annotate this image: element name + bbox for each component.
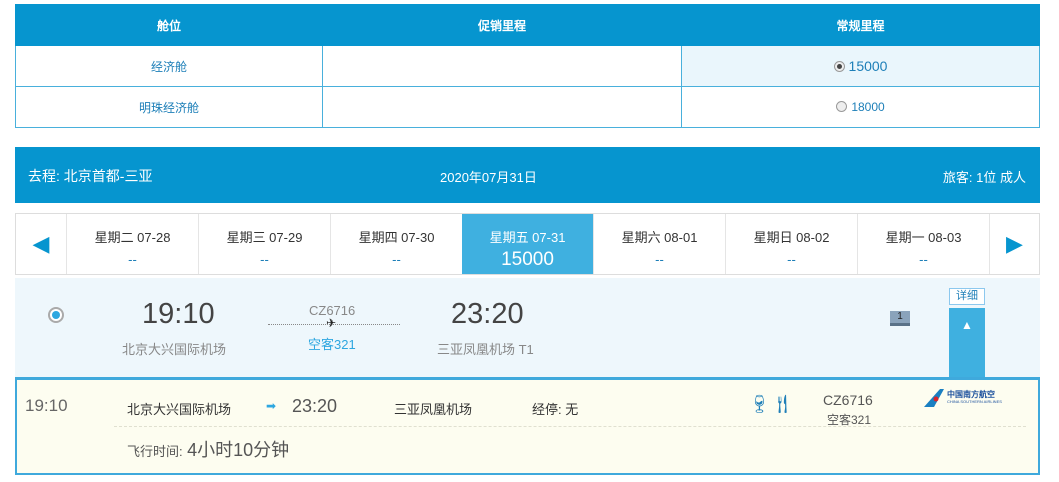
miles-value: 15000	[848, 58, 888, 74]
radio-button[interactable]	[833, 61, 845, 72]
day-tab-selected[interactable]: 星期五 07-31 15000	[462, 214, 593, 274]
next-week-button[interactable]: ▶	[989, 214, 1039, 274]
day-tab[interactable]: 星期一 08-03 --	[857, 214, 989, 274]
regular-miles-option[interactable]: 18000	[681, 86, 1040, 128]
detail-label[interactable]: 详细	[949, 288, 985, 305]
arrow-right-icon: ➡	[266, 399, 277, 413]
day-price: --	[787, 252, 796, 267]
travel-date: 2020年07月31日	[440, 170, 537, 185]
departure-time: 19:10	[142, 298, 215, 330]
header-regular: 常规里程	[681, 4, 1040, 46]
arrival-time: 23:20	[451, 298, 524, 330]
day-price: --	[655, 252, 664, 267]
stops-info: 经停: 无	[532, 402, 579, 417]
day-tab[interactable]: 星期四 07-30 --	[330, 214, 462, 274]
day-label: 星期一 08-03	[885, 230, 962, 245]
detail-dep-airport: 北京大兴国际机场	[127, 402, 232, 417]
cabin-name: 明珠经济舱	[15, 86, 323, 128]
duration-label: 飞行时间:	[127, 444, 183, 459]
collapse-detail-button[interactable]: ▲	[949, 308, 985, 377]
day-tab[interactable]: 星期六 08-01 --	[593, 214, 725, 274]
table-row: 经济舱 15000	[15, 45, 1040, 87]
day-label: 星期六 08-01	[621, 230, 698, 245]
day-price: --	[128, 252, 137, 267]
day-price: --	[260, 252, 269, 267]
flight-duration: 飞行时间: 4小时10分钟	[127, 436, 289, 462]
plane-icon: ✈	[326, 316, 337, 330]
day-tab[interactable]: 星期日 08-02 --	[725, 214, 857, 274]
detail-flight-number: CZ6716	[823, 392, 873, 408]
flight-detail-panel: 19:10 北京大兴国际机场 ➡ 23:20 三亚凤凰机场 经停: 无 🍷︎🍴︎…	[15, 377, 1040, 475]
header-promo: 促销里程	[322, 4, 682, 46]
detail-arr-airport: 三亚凤凰机场	[394, 402, 473, 417]
chevron-right-icon: ▶	[1006, 231, 1023, 256]
day-label: 星期三 07-29	[226, 230, 303, 245]
radio-button[interactable]	[836, 101, 848, 112]
flight-row[interactable]: 19:10 北京大兴国际机场 CZ6716 ✈ 空客321 23:20 三亚凤凰…	[15, 278, 1040, 377]
chevron-up-icon: ▲	[961, 318, 973, 332]
day-label: 星期日 08-02	[753, 230, 830, 245]
day-label: 星期四 07-30	[358, 230, 435, 245]
route-title: 去程: 北京首都-三亚	[28, 168, 153, 184]
chevron-left-icon: ◀	[32, 231, 50, 256]
header-cabin: 舱位	[15, 4, 323, 46]
date-strip: ◀ 星期二 07-28 -- 星期三 07-29 -- 星期四 07-30 -- 星期…	[15, 213, 1040, 275]
miles-value: 18000	[851, 100, 885, 114]
arrival-airport: 三亚凤凰机场 T1	[437, 342, 534, 357]
passenger-count: 旅客: 1位 成人	[942, 170, 1026, 185]
day-label: 星期五 07-31	[489, 230, 566, 245]
prev-week-button[interactable]: ◀	[16, 214, 66, 274]
promo-miles	[322, 86, 682, 128]
detail-arr-time: 23:20	[292, 396, 338, 416]
airline-logo: 中国南方航空 CHINA SOUTHERN AIRLINES	[924, 389, 1014, 409]
aircraft-type[interactable]: 空客321	[308, 334, 356, 353]
day-tab[interactable]: 星期三 07-29 --	[198, 214, 330, 274]
day-price: --	[919, 252, 928, 267]
day-price: --	[392, 252, 401, 267]
cabin-name: 经济舱	[15, 45, 323, 87]
cabin-table: 舱位 促销里程 常规里程 经济舱 15000 明珠经济舱 18000	[15, 4, 1040, 128]
duration-value: 4小时10分钟	[187, 440, 290, 460]
table-row: 明珠经济舱 18000	[15, 86, 1040, 128]
day-label: 星期二 07-28	[94, 230, 171, 245]
divider	[114, 426, 1026, 427]
detail-dep-time: 19:10	[25, 396, 68, 415]
day-price: 15000	[501, 249, 554, 270]
departure-airport: 北京大兴国际机场	[122, 342, 227, 357]
day-tab[interactable]: 星期二 07-28 --	[66, 214, 198, 274]
route-banner: 去程: 北京首都-三亚 2020年07月31日 旅客: 1位 成人	[15, 147, 1040, 203]
seat-count-icon: 1	[890, 311, 910, 326]
meal-icon: 🍷︎🍴︎	[748, 394, 794, 414]
regular-miles-option[interactable]: 15000	[681, 45, 1040, 87]
flight-radio[interactable]	[48, 307, 64, 323]
promo-miles	[322, 45, 682, 87]
